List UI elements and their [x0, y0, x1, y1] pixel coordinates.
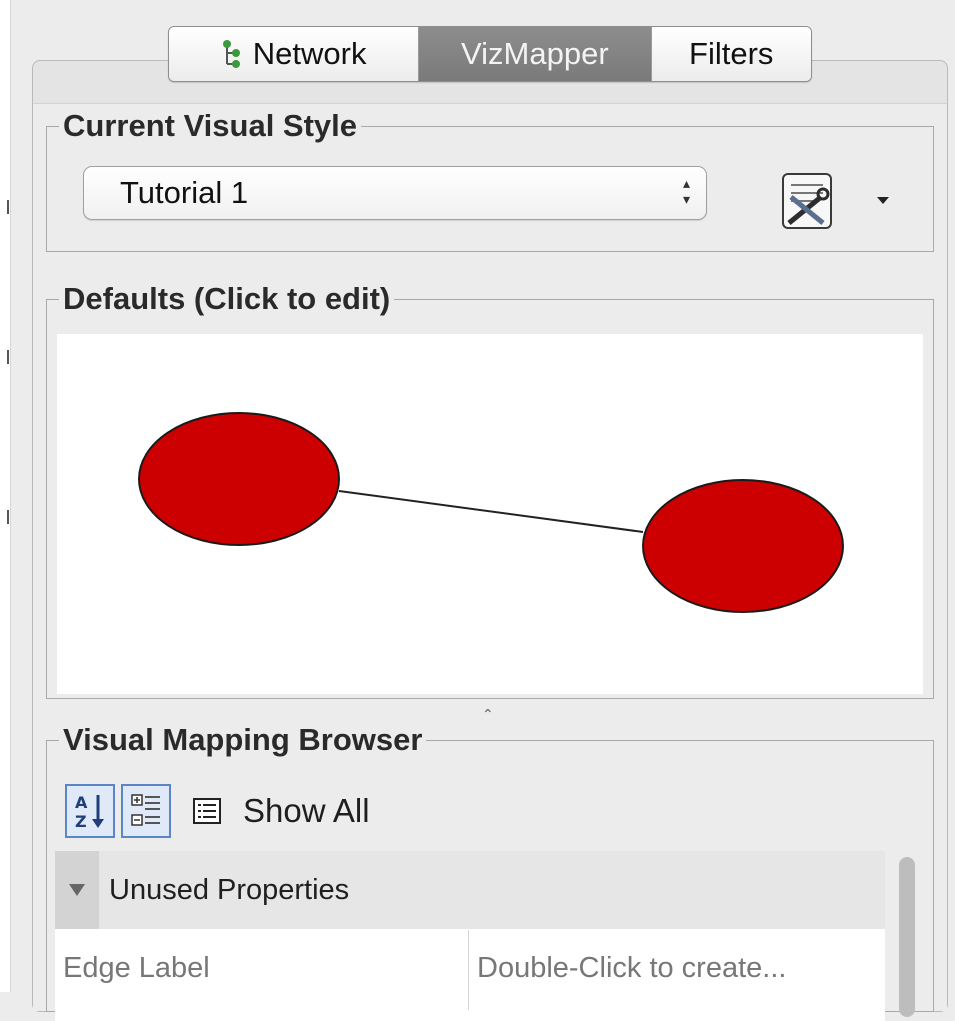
edge-tick: [7, 200, 9, 214]
network-tree-icon: [221, 39, 243, 69]
svg-text:A: A: [75, 793, 88, 812]
svg-text:Z: Z: [75, 812, 87, 831]
edge-tick: [7, 510, 9, 524]
updown-arrows-icon: ▴ ▾: [682, 175, 690, 207]
categorized-view-button[interactable]: [121, 784, 171, 838]
categories-icon: [131, 794, 160, 826]
vertical-scrollbar[interactable]: [893, 851, 923, 1021]
scrollbar-thumb[interactable]: [899, 857, 915, 1017]
panel-tabs: Network VizMapper Filters: [168, 26, 812, 82]
show-all-label: Show All: [243, 792, 370, 829]
preview-node-target[interactable]: [642, 479, 844, 613]
tab-vizmapper[interactable]: VizMapper: [419, 27, 652, 81]
property-value[interactable]: Double-Click to create...: [469, 930, 786, 1010]
visual-mapping-browser-heading: Visual Mapping Browser: [59, 723, 427, 757]
category-label: Unused Properties: [109, 873, 350, 906]
category-unused-properties[interactable]: Unused Properties: [55, 851, 885, 929]
tab-filters-label: Filters: [689, 36, 774, 71]
preview-edge[interactable]: [338, 490, 644, 533]
property-row[interactable]: Edge Label Double-Click to create...: [55, 930, 885, 1010]
splitter-handle[interactable]: ⌃: [482, 706, 494, 723]
property-sheet: Unused Properties Edge Label Double-Clic…: [55, 851, 885, 1021]
window-edge: [0, 0, 11, 992]
tools-icon: [782, 173, 832, 229]
defaults-preview-canvas[interactable]: [57, 334, 923, 694]
collapse-triangle-icon[interactable]: [55, 851, 99, 929]
visual-style-select[interactable]: Tutorial 1 ▴ ▾: [83, 166, 707, 220]
style-options-button[interactable]: [779, 171, 837, 231]
current-visual-style-group: Current Visual Style Tutorial 1 ▴ ▾: [46, 109, 934, 252]
property-name: Edge Label: [55, 930, 469, 1010]
list-icon: [193, 798, 221, 824]
defaults-group: Defaults (Click to edit): [46, 282, 934, 699]
visual-mapping-browser-group: Visual Mapping Browser A Z Show All Unus…: [46, 723, 934, 1021]
tab-network-label: Network: [252, 36, 367, 71]
defaults-heading: Defaults (Click to edit): [59, 282, 395, 316]
edge-tick: [7, 350, 9, 364]
browser-toolbar: A Z Show All: [65, 781, 370, 841]
tab-network[interactable]: Network: [169, 27, 420, 81]
tab-vizmapper-label: VizMapper: [461, 36, 609, 71]
show-all-button[interactable]: Show All: [193, 792, 370, 830]
style-options-dropdown-icon[interactable]: [877, 197, 889, 204]
sort-alphabetical-button[interactable]: A Z: [65, 784, 115, 838]
visual-style-value: Tutorial 1: [120, 175, 249, 210]
current-visual-style-heading: Current Visual Style: [59, 109, 362, 143]
tab-filters[interactable]: Filters: [651, 27, 811, 81]
preview-node-source[interactable]: [138, 412, 340, 546]
sort-az-icon: A Z: [75, 793, 104, 831]
